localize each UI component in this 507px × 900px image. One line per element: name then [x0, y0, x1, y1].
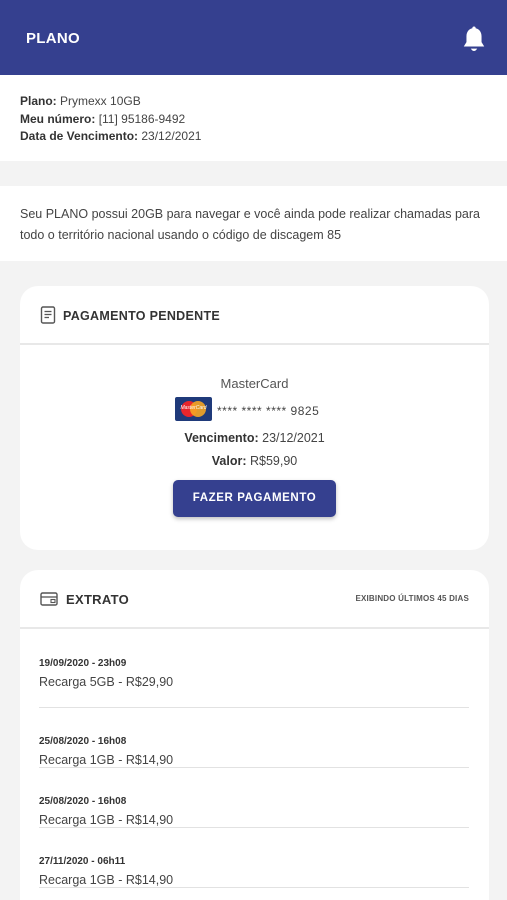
- number-value: [11] 95186-9492: [98, 111, 186, 126]
- extract-title: EXTRATO: [66, 592, 130, 607]
- plan-value: Prymexx 10GB: [60, 94, 141, 108]
- transaction-description: Recarga 1GB - R$14,90: [39, 873, 174, 887]
- receipt-icon: [40, 306, 56, 324]
- number-row: Meu número: [11] 95186-9492: [20, 111, 507, 129]
- payment-due-label: Vencimento:: [184, 431, 259, 445]
- due-date-label: Data de Vencimento:: [20, 129, 139, 143]
- mastercard-logo-text: MasterCard: [180, 405, 207, 411]
- due-date-value: 23/12/2021: [141, 129, 202, 143]
- payment-value-value: R$59,90: [249, 454, 298, 468]
- payment-value-label: Valor:: [211, 454, 247, 468]
- transaction-item[interactable]: 19/09/2020 - 23h09 Recarga 5GB - R$29,90: [39, 629, 469, 708]
- number-label: Meu número:: [20, 111, 96, 126]
- transaction-list: 19/09/2020 - 23h09 Recarga 5GB - R$29,90…: [20, 629, 489, 888]
- transaction-date: 25/08/2020 - 16h08: [39, 736, 127, 747]
- pending-payment-header: PAGAMENTO PENDENTE: [20, 286, 489, 345]
- top-app-bar: PLANO: [0, 0, 507, 75]
- transaction-description: Recarga 1GB - R$14,90: [39, 813, 174, 827]
- transaction-date: 25/08/2020 - 16h08: [39, 796, 127, 807]
- transaction-item[interactable]: 25/08/2020 - 16h08 Recarga 1GB - R$14,90: [39, 708, 469, 768]
- extract-header: EXTRATO EXIBINDO ÚLTIMOS 45 DIAS: [20, 570, 489, 629]
- pending-payment-card: PAGAMENTO PENDENTE MasterCard MasterCard…: [20, 286, 489, 550]
- transaction-item[interactable]: 25/08/2020 - 16h08 Recarga 1GB - R$14,90: [39, 768, 469, 828]
- card-brand: MasterCard: [220, 376, 289, 391]
- transaction-description: Recarga 1GB - R$14,90: [39, 753, 174, 767]
- transaction-item[interactable]: 27/11/2020 - 06h11 Recarga 1GB - R$14,90: [39, 828, 469, 888]
- mastercard-logo: MasterCard: [175, 397, 212, 421]
- page-title: PLANO: [26, 30, 80, 47]
- payment-value-row: Valor: R$59,90: [20, 454, 489, 468]
- pending-payment-title: PAGAMENTO PENDENTE: [63, 309, 221, 323]
- make-payment-button[interactable]: FAZER PAGAMENTO: [173, 480, 336, 517]
- pending-payment-body: MasterCard MasterCard **** **** **** 982…: [20, 345, 489, 548]
- plan-info: Plano: Prymexx 10GB Meu número: [11] 951…: [0, 75, 507, 161]
- plan-row: Plano: Prymexx 10GB: [20, 93, 507, 111]
- extract-card: EXTRATO EXIBINDO ÚLTIMOS 45 DIAS 19/09/2…: [20, 570, 489, 900]
- due-date-row: Data de Vencimento: 23/12/2021: [20, 128, 507, 146]
- transaction-date: 27/11/2020 - 06h11: [39, 856, 126, 867]
- plan-description: Seu PLANO possui 20GB para navegar e voc…: [0, 186, 507, 261]
- card-number: **** **** **** 9825: [217, 404, 320, 418]
- transaction-description: Recarga 5GB - R$29,90: [39, 675, 174, 689]
- wallet-icon: [40, 592, 58, 606]
- transaction-date: 19/09/2020 - 23h09: [39, 658, 127, 669]
- payment-due-row: Vencimento: 23/12/2021: [20, 431, 489, 445]
- extract-period: EXIBINDO ÚLTIMOS 45 DIAS: [355, 594, 469, 603]
- bell-icon[interactable]: [461, 26, 487, 54]
- plan-label: Plano:: [20, 94, 57, 108]
- payment-due-value: 23/12/2021: [262, 431, 325, 445]
